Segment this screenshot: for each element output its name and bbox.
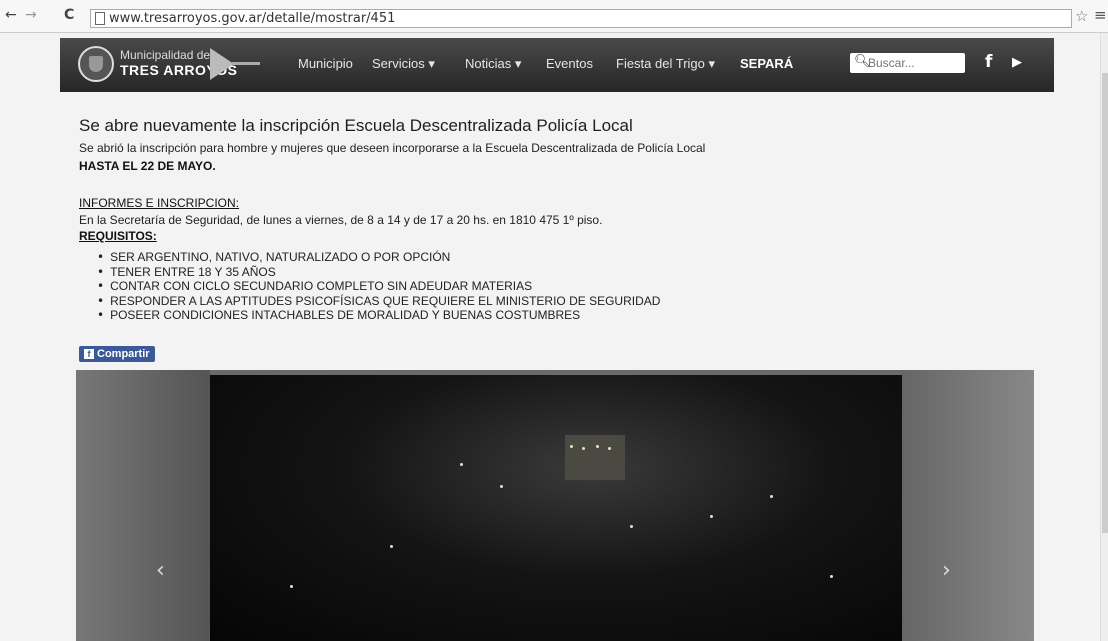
requirements-heading: REQUISITOS: [79,229,157,243]
logo-chevron-icon [210,48,234,80]
list-item: CONTAR CON CICLO SECUNDARIO COMPLETO SIN… [97,279,660,294]
back-button[interactable]: ← [5,8,17,22]
reload-button[interactable]: C [64,8,74,22]
slider-prev-icon[interactable]: ‹ [156,558,165,583]
logo-subtitle[interactable]: Municipalidad de [120,48,210,62]
nav-separa[interactable]: SEPARÁ [740,56,793,71]
site-navbar: Municipalidad de TRES ARROYOS Municipio … [60,38,1054,92]
slider-current-image [210,375,902,641]
browser-menu-icon[interactable]: ≡ [1094,6,1107,24]
requirements-list: SER ARGENTINO, NATIVO, NATURALIZADO O PO… [97,250,660,323]
nav-servicios[interactable]: Servicios ▾ [372,56,435,72]
facebook-share-button[interactable]: f Compartir [79,346,155,362]
info-text: En la Secretaría de Seguridad, de lunes … [79,213,603,227]
image-slider: ‹ › [76,370,1034,641]
search-input[interactable] [868,55,960,70]
list-item: POSEER CONDICIONES INTACHABLES DE MORALI… [97,308,660,323]
article-title: Se abre nuevamente la inscripción Escuel… [79,116,633,135]
scrollbar-thumb[interactable] [1102,73,1108,533]
url-text: www.tresarroyos.gov.ar/detalle/mostrar/4… [109,11,396,26]
share-label: Compartir [97,348,150,360]
slider-prev-image [76,370,210,641]
forward-button[interactable]: → [25,8,37,22]
slider-next-image [902,370,1034,641]
facebook-icon: f [84,349,94,359]
nav-municipio[interactable]: Municipio [298,56,353,71]
bookmark-star-icon[interactable]: ☆ [1075,7,1088,25]
municipal-emblem-icon[interactable] [78,46,114,82]
youtube-icon[interactable]: ▶ [1012,55,1022,70]
slider-next-icon[interactable]: › [942,558,951,583]
info-heading: INFORMES E INSCRIPCION: [79,196,240,210]
list-item: SER ARGENTINO, NATIVO, NATURALIZADO O PO… [97,250,660,265]
page-icon [95,12,105,25]
nav-fiesta-del-trigo[interactable]: Fiesta del Trigo ▾ [616,56,715,72]
nav-noticias[interactable]: Noticias ▾ [465,56,521,72]
facebook-icon[interactable]: f [985,52,992,72]
night-building [565,435,625,480]
scrollbar[interactable] [1100,33,1108,641]
browser-toolbar: ← → C www.tresarroyos.gov.ar/detalle/mos… [0,0,1108,33]
list-item: RESPONDER A LAS APTITUDES PSICOFÍSICAS Q… [97,294,660,309]
article-intro: Se abrió la inscripción para hombre y mu… [79,141,706,155]
logo-line [232,62,260,65]
nav-eventos[interactable]: Eventos [546,56,593,71]
list-item: TENER ENTRE 18 Y 35 AÑOS [97,265,660,280]
address-bar[interactable]: www.tresarroyos.gov.ar/detalle/mostrar/4… [90,9,1072,28]
article-deadline: HASTA EL 22 DE MAYO. [79,159,216,173]
search-box[interactable]: 🔍︎ [850,53,965,73]
